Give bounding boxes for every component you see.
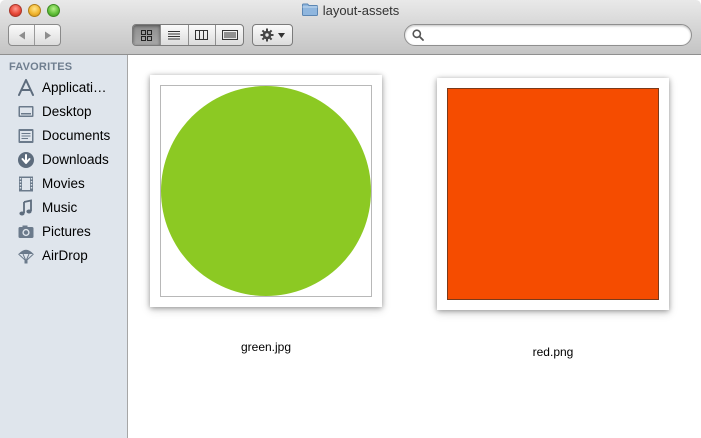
icon-view-icon [140,29,152,41]
applications-icon [17,79,35,97]
documents-icon [17,127,35,145]
search-field[interactable] [404,24,692,46]
coverflow-view-icon [221,30,238,40]
sidebar-item-label: Pictures [42,224,91,239]
finder-window: layout-assets FAVORITES Applicati… Deskt… [0,0,701,438]
window-title-text: layout-assets [322,3,400,18]
folder-icon [301,3,318,16]
toolbar: layout-assets [0,0,701,55]
list-view-button[interactable] [159,25,188,45]
image-frame [160,85,372,297]
forward-arrow-icon [44,31,51,39]
sidebar-item-label: AirDrop [42,248,88,263]
sidebar-item-documents[interactable]: Documents [0,124,127,148]
coverflow-view-button[interactable] [215,25,243,45]
back-arrow-icon [18,31,25,39]
music-icon [17,199,35,217]
sidebar-item-label: Movies [42,176,85,191]
search-input[interactable] [429,27,684,43]
sidebar: FAVORITES Applicati… Desktop Documents D… [0,55,128,438]
movies-icon [17,175,35,193]
sidebar-heading: FAVORITES [9,61,73,73]
file-thumbnail-green[interactable] [150,75,382,307]
column-view-icon [195,30,209,40]
sidebar-item-desktop[interactable]: Desktop [0,100,127,124]
action-menu-button[interactable] [252,24,293,46]
view-mode-selector [132,24,244,46]
list-view-icon [168,31,181,40]
red-square-image [447,88,659,300]
sidebar-item-music[interactable]: Music [0,196,127,220]
icon-view-button[interactable] [133,25,160,45]
airdrop-icon [17,247,35,265]
sidebar-item-downloads[interactable]: Downloads [0,148,127,172]
sidebar-item-airdrop[interactable]: AirDrop [0,244,127,268]
file-name-green[interactable]: green.jpg [206,340,326,354]
desktop-icon [17,103,35,121]
file-browser-area: green.jpg red.png [129,55,701,438]
forward-button[interactable] [34,25,60,45]
back-button[interactable] [9,25,34,45]
sidebar-item-label: Applicati… [42,80,107,95]
sidebar-item-label: Desktop [42,104,92,119]
gear-icon [260,28,274,42]
sidebar-item-pictures[interactable]: Pictures [0,220,127,244]
back-forward-control [8,24,61,46]
file-name-red[interactable]: red.png [493,345,613,359]
pictures-icon [17,223,35,241]
sidebar-item-movies[interactable]: Movies [0,172,127,196]
file-thumbnail-red[interactable] [437,78,669,310]
chevron-down-icon [278,32,285,38]
window-title: layout-assets [0,3,701,18]
green-circle [161,86,371,296]
downloads-icon [17,151,35,169]
sidebar-item-applications[interactable]: Applicati… [0,76,127,100]
column-view-button[interactable] [187,25,216,45]
search-icon [412,29,424,41]
green-circle-image [161,86,371,296]
sidebar-item-label: Documents [42,128,111,143]
sidebar-item-label: Music [42,200,78,215]
sidebar-item-label: Downloads [42,152,109,167]
